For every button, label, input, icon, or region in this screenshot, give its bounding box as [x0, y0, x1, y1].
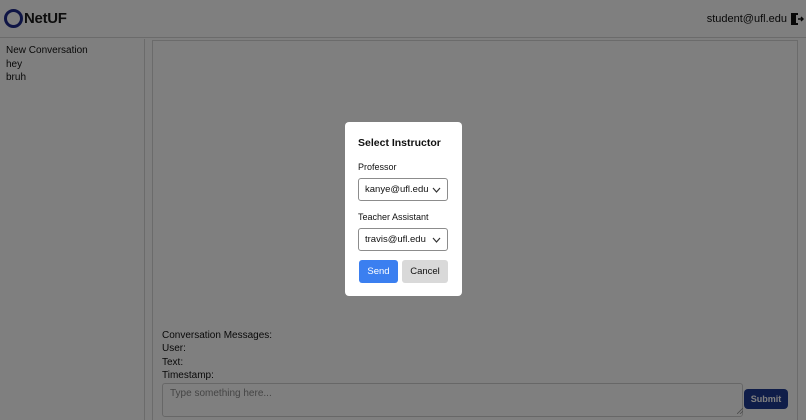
chevron-down-icon: [432, 237, 441, 243]
ta-select-value: travis@ufl.edu: [365, 234, 426, 245]
select-instructor-dialog: Select Instructor Professor kanye@ufl.ed…: [345, 122, 462, 296]
chevron-down-icon: [432, 187, 441, 193]
professor-label: Professor: [358, 162, 397, 172]
dialog-title: Select Instructor: [358, 137, 441, 149]
ta-label: Teacher Assistant: [358, 212, 429, 222]
professor-select[interactable]: kanye@ufl.edu: [358, 178, 448, 201]
professor-select-value: kanye@ufl.edu: [365, 184, 429, 195]
ta-select[interactable]: travis@ufl.edu: [358, 228, 448, 251]
send-button[interactable]: Send: [359, 260, 398, 283]
cancel-button[interactable]: Cancel: [402, 260, 448, 283]
